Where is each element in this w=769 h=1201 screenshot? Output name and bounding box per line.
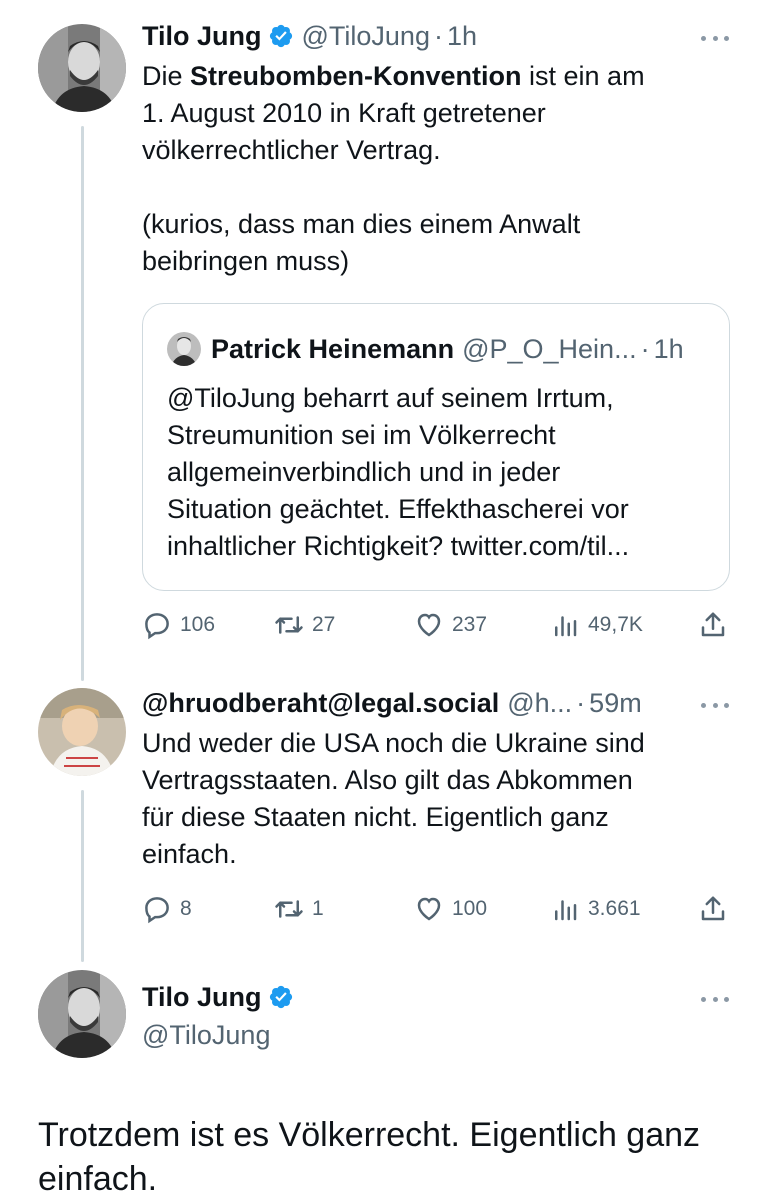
tweet-2-text: Und weder die USA noch die Ukraine sind … (142, 728, 645, 869)
views-count: 49,7K (588, 613, 643, 636)
focus-tweet-text: Trotzdem ist es Völkerrecht. Eigentlich … (38, 1116, 701, 1198)
separator-dot: · (433, 21, 443, 51)
retweet-button[interactable]: 27 (274, 605, 335, 645)
author-handle[interactable]: @TiloJung (302, 19, 430, 53)
views-button[interactable]: 3.661 (550, 889, 641, 929)
reply-count: 106 (180, 613, 216, 636)
like-count: 100 (452, 897, 488, 920)
author-name[interactable]: Tilo Jung (142, 980, 262, 1014)
thread-line-1 (81, 126, 84, 681)
views-count: 3.661 (588, 897, 641, 920)
like-icon (417, 897, 441, 921)
avatar-patrick-heinemann (167, 332, 201, 366)
retweet-count: 27 (312, 613, 336, 636)
quote-text: @TiloJung beharrt auf seinem Irrtum, Str… (167, 383, 630, 561)
author-name[interactable]: @hruodberaht@legal.social (142, 686, 499, 720)
retweet-icon (275, 900, 303, 918)
separator-dot: · (640, 334, 650, 364)
thread-line-2 (81, 790, 84, 962)
views-button[interactable]: 49,7K (550, 605, 643, 645)
share-button[interactable] (698, 889, 736, 929)
tweet-1-text: Die Streubomben-Konvention ist ein am 1.… (142, 61, 645, 276)
share-icon (701, 896, 725, 921)
verified-badge-icon (268, 23, 294, 49)
more-icon[interactable] (701, 34, 729, 42)
views-icon (555, 900, 577, 921)
verified-badge-icon (268, 984, 294, 1010)
share-button[interactable] (698, 605, 736, 645)
separator-dot: · (576, 688, 586, 718)
quote-author-name: Patrick Heinemann (211, 334, 455, 364)
like-button[interactable]: 100 (414, 889, 487, 929)
timestamp[interactable]: 1h (447, 19, 477, 53)
quote-timestamp: 1h (653, 334, 684, 364)
retweet-button[interactable]: 1 (274, 889, 324, 929)
like-count: 237 (452, 613, 488, 636)
like-icon (417, 613, 441, 637)
tweet-2-header: @hruodberaht@legal.social @h... · 59m (142, 686, 642, 720)
views-icon (555, 616, 577, 637)
avatar-tilo-jung[interactable] (38, 970, 126, 1058)
avatar-tilo-jung[interactable] (38, 24, 126, 112)
author-name[interactable]: Tilo Jung (142, 19, 262, 53)
author-handle[interactable]: @TiloJung (142, 1018, 270, 1052)
bold-term: Streubomben-Konvention (190, 61, 522, 91)
tweet-1-actions: 106 27 237 49,7K (142, 605, 732, 645)
reply-icon (145, 897, 169, 924)
reply-icon (145, 613, 169, 640)
tweet-2-actions: 8 1 100 3.661 (142, 889, 732, 929)
reply-count: 8 (180, 897, 192, 920)
retweet-count: 1 (312, 897, 324, 920)
like-button[interactable]: 237 (414, 605, 487, 645)
reply-button[interactable]: 8 (142, 889, 192, 929)
timestamp[interactable]: 59m (589, 686, 642, 720)
author-handle[interactable]: @h... (507, 686, 572, 720)
share-icon (701, 612, 725, 637)
more-icon[interactable] (701, 701, 729, 709)
reply-button[interactable]: 106 (142, 605, 215, 645)
quoted-tweet[interactable]: Patrick Heinemann @P_O_Hein... · 1h @Til… (142, 303, 730, 591)
quote-author-handle: @P_O_Hein... (462, 334, 637, 364)
tweet-1-header: Tilo Jung @TiloJung · 1h (142, 19, 477, 53)
quote-header: Patrick Heinemann @P_O_Hein... · 1h (167, 332, 684, 366)
retweet-icon (275, 616, 303, 634)
focus-tweet-header: Tilo Jung (142, 980, 294, 1014)
more-icon[interactable] (701, 995, 729, 1003)
avatar-hruodberaht[interactable] (38, 688, 126, 776)
